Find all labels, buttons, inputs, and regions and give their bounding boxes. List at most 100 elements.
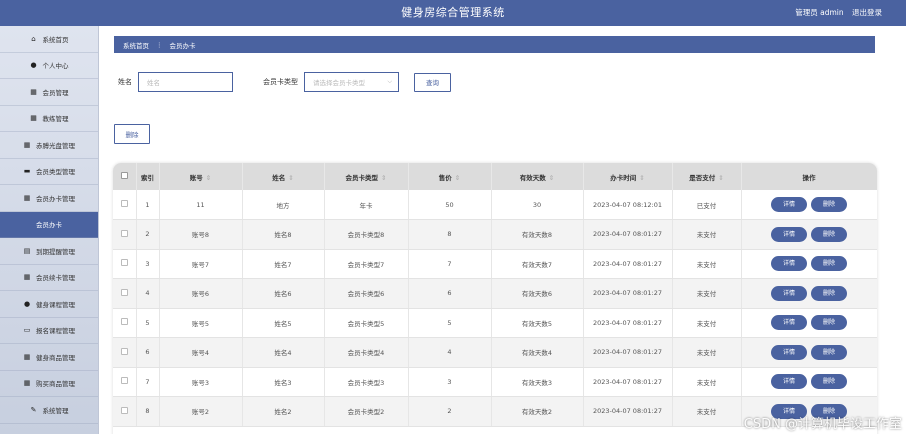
sort-icon[interactable]: ⇕ (206, 174, 211, 182)
name-search-input[interactable]: 姓名 (138, 72, 233, 92)
sidebar-item-13[interactable]: ▦ 购买商品管理 (0, 371, 98, 397)
grid-icon: ▦ (30, 114, 37, 123)
column-header[interactable]: 是否支付 ⇕ (672, 163, 742, 190)
sort-icon[interactable]: ⇕ (549, 174, 554, 182)
row-checkbox[interactable] (120, 259, 128, 267)
sidebar-item-4[interactable]: ▦ 赤膊光盘管理 (0, 132, 98, 159)
sidebar-item-11[interactable]: ▭ 报名课程管理 (0, 318, 98, 344)
table-cell: 会员卡类型8 (324, 219, 409, 250)
table-cell: 未支付 (672, 278, 742, 309)
table-cell: 2023-04-07 08:01:27 (583, 219, 673, 250)
sidebar-item-1[interactable]: ● 个人中心 (0, 53, 98, 79)
table-row: 3 账号7 姓名7 会员卡类型7 7 有效天数7 2023-04-07 08:01:27 未支… (113, 249, 877, 279)
sidebar-item-14[interactable]: ✎ 系统管理 (0, 397, 98, 424)
table-cell: 50 (408, 190, 492, 220)
table-cell: 姓名4 (242, 337, 325, 368)
logout-link[interactable]: 退出登录 (852, 8, 882, 17)
sidebar-item-6[interactable]: ▦ 会员办卡管理 (0, 185, 98, 212)
table-cell: 账号3 (159, 367, 243, 397)
row-checkbox[interactable] (120, 288, 128, 296)
delete-button[interactable]: 删除 (811, 226, 847, 242)
sidebar-item-8[interactable]: ▤ 到期提醒管理 (0, 238, 98, 265)
column-header[interactable]: 售价 ⇕ (408, 163, 492, 190)
sort-icon[interactable]: ⇕ (288, 174, 293, 182)
column-header[interactable]: 会员卡类型 ⇕ (324, 163, 409, 190)
sidebar-item-0[interactable]: ⌂ 系统首页 (0, 26, 98, 53)
sidebar-item-label: 健身课程管理 (36, 300, 75, 309)
detail-button[interactable]: 详情 (771, 374, 807, 390)
row-checkbox[interactable] (120, 347, 128, 355)
delete-button[interactable]: 删除 (811, 344, 847, 360)
table-cell: 有效天数3 (491, 367, 584, 397)
row-checkbox[interactable] (120, 318, 128, 326)
delete-button[interactable]: 删除 (811, 197, 847, 212)
detail-button[interactable]: 详情 (771, 344, 807, 360)
row-select-cell (113, 367, 137, 397)
sidebar-item-12[interactable]: ▦ 健身商品管理 (0, 344, 98, 371)
top-bar: 健身房综合管理系统 管理员 admin 退出登录 (0, 0, 906, 26)
query-button[interactable]: 查询 (414, 72, 451, 92)
table-cell: 未支付 (672, 249, 742, 279)
breadcrumb: 系统首页 ⋮ 会员办卡 (114, 36, 875, 53)
sort-icon[interactable]: ⇕ (381, 174, 386, 182)
sidebar-item-label: 教练管理 (42, 115, 69, 124)
row-checkbox[interactable] (120, 406, 128, 414)
detail-button[interactable]: 详情 (771, 197, 807, 212)
table-row: 2 账号8 姓名8 会员卡类型8 8 有效天数8 2023-04-07 08:01:27 未支… (113, 219, 877, 250)
delete-button[interactable]: 删除 (811, 374, 847, 390)
table-cell: 会员卡类型4 (324, 337, 409, 368)
sort-icon[interactable]: ⇕ (718, 174, 723, 182)
row-checkbox[interactable] (120, 377, 128, 385)
sidebar-item-3[interactable]: ▦ 教练管理 (0, 106, 98, 132)
briefcase-icon: ▭ (23, 326, 31, 335)
table-cell: 会员卡类型3 (324, 367, 409, 397)
select-all-checkbox[interactable] (120, 172, 128, 179)
grid-icon: ▦ (30, 87, 37, 96)
sidebar-item-5[interactable]: ▬ 会员类型管理 (0, 159, 98, 185)
calendar-icon: ▤ (23, 246, 31, 255)
sidebar-item-10[interactable]: ● 健身课程管理 (0, 291, 98, 318)
sidebar-item-7[interactable]: 会员办卡 (0, 211, 98, 238)
column-header[interactable]: 账号 ⇕ (159, 163, 243, 190)
table-row: 7 账号3 姓名3 会员卡类型3 3 有效天数3 2023-04-07 08:01:27 未支… (113, 367, 877, 397)
chevron-down-icon: ⌵ (387, 78, 392, 85)
detail-button[interactable]: 详情 (771, 226, 807, 242)
detail-button[interactable]: 详情 (771, 315, 807, 331)
sort-icon[interactable]: ⇕ (639, 174, 644, 182)
card-type-select[interactable]: 请选择会员卡类型 ⌵ (304, 72, 399, 92)
table-cell: 6 (408, 278, 492, 309)
detail-button[interactable]: 详情 (771, 256, 807, 272)
column-header[interactable]: 办卡时间 ⇕ (583, 163, 673, 190)
sidebar-item-label: 健身商品管理 (36, 353, 75, 362)
table-cell: 3 (408, 367, 492, 397)
name-label: 姓名 (118, 78, 132, 86)
grid-icon: ▦ (23, 193, 31, 202)
sidebar-item-2[interactable]: ▦ 会员管理 (0, 79, 98, 106)
grid-icon: ▦ (23, 140, 31, 149)
table-cell: 2023-04-07 08:01:27 (583, 396, 673, 427)
table-cell: 姓名7 (242, 249, 325, 279)
table-cell: 7 (408, 249, 492, 279)
batch-delete-button[interactable]: 删除 (114, 124, 150, 144)
table-cell: 2 (136, 219, 160, 250)
delete-button[interactable]: 删除 (811, 256, 847, 272)
sidebar-item-9[interactable]: ▦ 会员续卡管理 (0, 265, 98, 291)
table-cell: 会员卡类型2 (324, 396, 409, 427)
row-actions: 详情 删除 (741, 367, 877, 397)
sidebar-item-label: 系统首页 (42, 35, 69, 44)
breadcrumb-home[interactable]: 系统首页 (123, 40, 149, 50)
delete-button[interactable]: 删除 (811, 315, 847, 331)
data-table-container: 索引 账号 ⇕ 姓名 ⇕ 会员卡类型 ⇕ 售价 ⇕ 有效天数 ⇕ 办卡时间 ⇕ 是否支付 ⇕ 操作 1 11 地方… (113, 163, 877, 434)
row-actions: 详情 删除 (741, 190, 877, 220)
delete-button[interactable]: 删除 (811, 285, 847, 301)
row-checkbox[interactable] (120, 200, 128, 207)
column-header[interactable]: 有效天数 ⇕ (491, 163, 584, 190)
main-content: 系统首页 ⋮ 会员办卡 姓名 姓名 会员卡类型 请选择会员卡类型 ⌵ 查询 删除… (99, 26, 906, 434)
sort-icon[interactable]: ⇕ (455, 174, 460, 182)
row-checkbox[interactable] (120, 229, 128, 237)
detail-button[interactable]: 详情 (771, 285, 807, 301)
table-cell: 未支付 (672, 396, 742, 427)
row-select-cell (113, 278, 137, 309)
column-header[interactable]: 姓名 ⇕ (242, 163, 325, 190)
row-select-cell (113, 219, 137, 250)
